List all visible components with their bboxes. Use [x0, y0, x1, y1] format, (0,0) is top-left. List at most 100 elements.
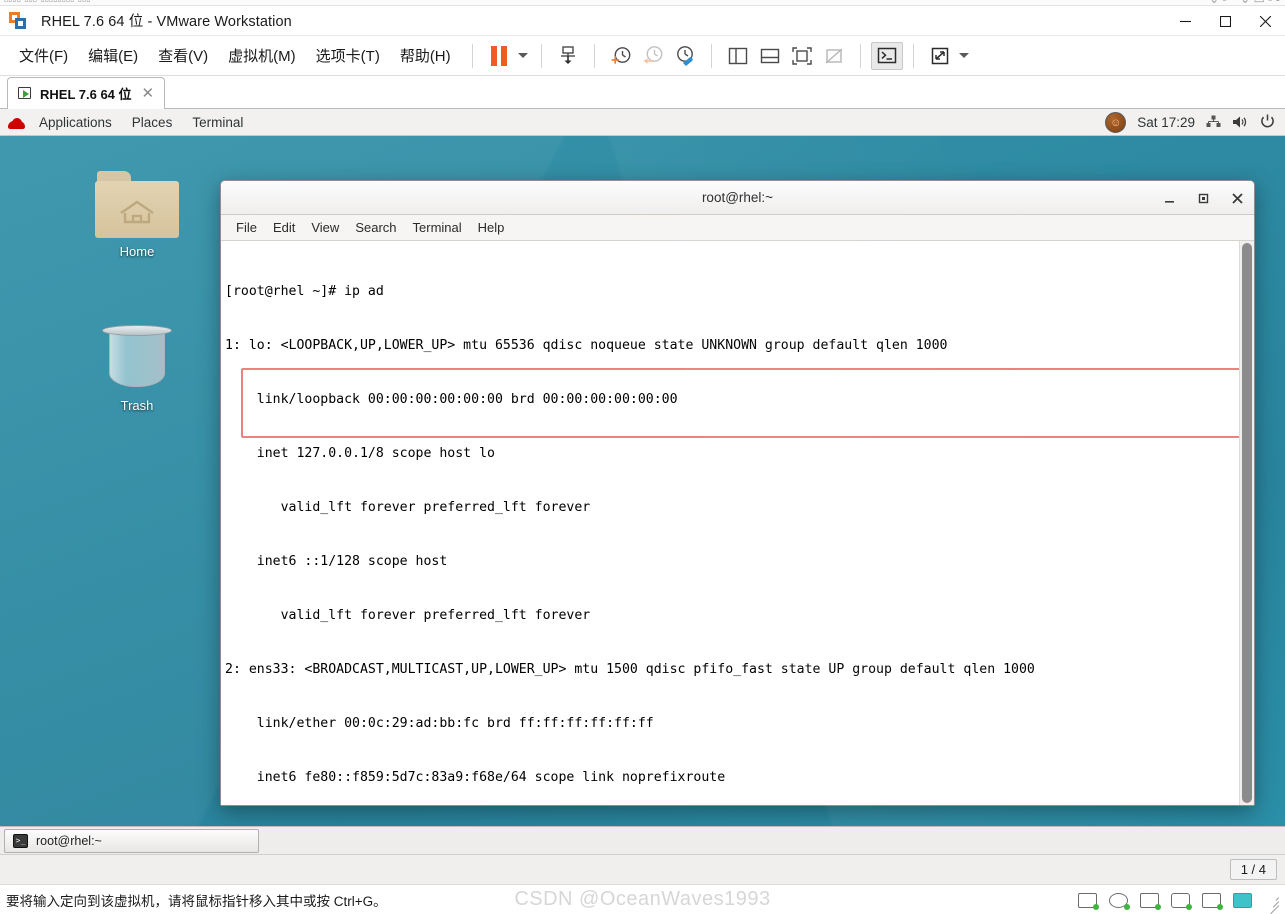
- terminal-menu-file[interactable]: File: [229, 218, 264, 237]
- full-screen-icon[interactable]: [786, 42, 818, 70]
- gnome-bottom-taskbar: >_ root@rhel:~: [0, 826, 1285, 854]
- printer-status-icon[interactable]: [1202, 892, 1223, 910]
- terminal-line: valid_lft forever preferred_lft forever: [225, 500, 591, 515]
- gnome-applications-menu[interactable]: Applications: [30, 112, 121, 133]
- terminal-close-button[interactable]: [1228, 189, 1246, 207]
- toolbar-separator: [593, 43, 595, 68]
- terminal-line: link/loopback 00:00:00:00:00:00 brd 00:0…: [225, 392, 678, 407]
- chevron-down-icon[interactable]: [515, 42, 531, 70]
- menu-edit[interactable]: 编辑(E): [79, 41, 147, 70]
- show-thumbnails-icon[interactable]: [754, 42, 786, 70]
- resize-grip[interactable]: [1266, 894, 1280, 914]
- menu-file[interactable]: 文件(F): [10, 41, 77, 70]
- annotation-highlight-box: [241, 368, 1239, 438]
- terminal-body[interactable]: [root@rhel ~]# ip ad 1: lo: <LOOPBACK,UP…: [221, 241, 1254, 805]
- page-indicator[interactable]: 1 / 4: [1229, 859, 1277, 880]
- taskbar-item-label: root@rhel:~: [36, 833, 102, 848]
- toolbar-separator: [710, 43, 712, 68]
- vmware-workstation-window: ▫▫▫▫ ▫▫▫ ▫▫▫▫▫▫▫▫ ▫▫▫ ⌄ ▫ ⌃⌄ ▭ ▫ ▪ RHEL …: [0, 0, 1285, 914]
- snapshot-manager-icon[interactable]: [669, 42, 701, 70]
- terminal-minimize-button[interactable]: [1160, 189, 1178, 207]
- redhat-logo-icon: [8, 115, 25, 130]
- clock[interactable]: Sat 17:29: [1137, 115, 1195, 130]
- terminal-line: inet6 fe80::f859:5d7c:83a9:f68e/64 scope…: [225, 770, 726, 785]
- terminal-menu-view[interactable]: View: [304, 218, 346, 237]
- terminal-maximize-button[interactable]: [1194, 189, 1212, 207]
- stretch-guest-icon[interactable]: [924, 42, 956, 70]
- menu-tabs[interactable]: 选项卡(T): [307, 41, 389, 70]
- terminal-line: [root@rhel ~]# ip ad: [225, 284, 384, 299]
- terminal-titlebar[interactable]: root@rhel:~: [221, 181, 1254, 215]
- desktop-icon-label: Trash: [120, 398, 154, 413]
- display-status-icon[interactable]: [1233, 892, 1252, 908]
- unity-mode-icon[interactable]: [818, 42, 850, 70]
- terminal-menubar: File Edit View Search Terminal Help: [221, 215, 1254, 241]
- vm-tab-rhel[interactable]: RHEL 7.6 64 位 ✕: [7, 77, 166, 109]
- terminal-line: valid_lft forever preferred_lft forever: [225, 608, 591, 623]
- terminal-scrollbar[interactable]: [1239, 241, 1254, 805]
- vm-tab-label: RHEL 7.6 64 位: [40, 87, 132, 102]
- hard-disk-status-icon[interactable]: [1078, 892, 1099, 910]
- gnome-terminal-appmenu[interactable]: Terminal: [183, 112, 252, 133]
- terminal-menu-help[interactable]: Help: [471, 218, 512, 237]
- input-hint-text: 要将输入定向到该虚拟机，请将鼠标指针移入其中或按 Ctrl+G。: [6, 893, 387, 909]
- terminal-line: 2: ens33: <BROADCAST,MULTICAST,UP,LOWER_…: [225, 662, 1035, 677]
- desktop-icon-label: Home: [119, 244, 155, 259]
- power-icon[interactable]: [1260, 114, 1275, 131]
- vmware-titlebar: RHEL 7.6 64 位 - VMware Workstation: [0, 6, 1285, 36]
- guest-screen[interactable]: Applications Places Terminal ☺ Sat 17:29: [0, 109, 1285, 854]
- terminal-output[interactable]: [root@rhel ~]# ip ad 1: lo: <LOOPBACK,UP…: [221, 241, 1239, 805]
- window-title: RHEL 7.6 64 位 - VMware Workstation: [41, 14, 292, 30]
- vmware-hintbar: 要将输入定向到该虚拟机，请将鼠标指针移入其中或按 Ctrl+G。 CSDN @O…: [0, 884, 1285, 914]
- chevron-down-icon[interactable]: [956, 42, 972, 70]
- window-controls: [1165, 6, 1285, 36]
- toolbar-separator: [540, 43, 542, 68]
- take-snapshot-icon[interactable]: [605, 42, 637, 70]
- vmware-statusbar: 1 / 4: [0, 854, 1285, 884]
- user-avatar[interactable]: ☺: [1105, 112, 1127, 133]
- revert-snapshot-icon[interactable]: [637, 42, 669, 70]
- terminal-window-controls: [1160, 181, 1246, 215]
- terminal-line: inet6 ::1/128 scope host: [225, 554, 448, 569]
- home-folder-icon: [95, 171, 179, 239]
- vmware-logo-icon: [9, 11, 27, 30]
- toolbar-separator: [859, 43, 861, 68]
- show-library-icon[interactable]: [722, 42, 754, 70]
- desktop-icon-trash[interactable]: Trash: [82, 321, 192, 413]
- terminal-line: 1: lo: <LOOPBACK,UP,LOWER_UP> mtu 65536 …: [225, 338, 948, 353]
- menu-help[interactable]: 帮助(H): [391, 41, 460, 70]
- console-view-icon[interactable]: [870, 41, 903, 70]
- usb-status-icon[interactable]: [1171, 892, 1192, 910]
- terminal-menu-search[interactable]: Search: [348, 218, 403, 237]
- taskbar-item-terminal[interactable]: >_ root@rhel:~: [4, 828, 259, 853]
- cd-drive-status-icon[interactable]: [1109, 892, 1130, 910]
- network-adapter-status-icon[interactable]: [1140, 892, 1161, 910]
- toolbar-separator: [912, 43, 914, 68]
- menu-vm[interactable]: 虚拟机(M): [219, 41, 305, 70]
- terminal-title: root@rhel:~: [701, 190, 774, 205]
- gnome-top-panel: Applications Places Terminal ☺ Sat 17:29: [0, 109, 1285, 136]
- send-key-icon[interactable]: [552, 42, 584, 70]
- trash-icon: [102, 321, 172, 393]
- vmware-tabstrip: RHEL 7.6 64 位 ✕: [0, 76, 1285, 109]
- vmware-menubar: 文件(F) 编辑(E) 查看(V) 虚拟机(M) 选项卡(T) 帮助(H): [0, 36, 1285, 76]
- terminal-scrollbar-thumb[interactable]: [1242, 243, 1252, 803]
- close-button[interactable]: [1245, 6, 1285, 36]
- terminal-line: inet 127.0.0.1/8 scope host lo: [225, 446, 495, 461]
- gnome-places-menu[interactable]: Places: [123, 112, 182, 133]
- terminal-menu-terminal[interactable]: Terminal: [406, 218, 469, 237]
- desktop-icon-home[interactable]: Home: [82, 171, 192, 259]
- minimize-button[interactable]: [1165, 6, 1205, 36]
- status-device-icons: [1078, 885, 1280, 914]
- terminal-window[interactable]: root@rhel:~ File Edit View Search Termin…: [220, 180, 1255, 806]
- vm-powered-on-icon: [18, 86, 33, 101]
- terminal-menu-edit[interactable]: Edit: [266, 218, 302, 237]
- maximize-button[interactable]: [1205, 6, 1245, 36]
- terminal-icon: >_: [13, 833, 28, 848]
- gnome-desktop[interactable]: Home Trash root@rhel:~ File Edit View Se…: [0, 136, 1285, 826]
- suspend-icon[interactable]: [483, 42, 515, 70]
- menu-view[interactable]: 查看(V): [149, 41, 217, 70]
- volume-icon[interactable]: [1232, 115, 1249, 131]
- close-tab-icon[interactable]: ✕: [139, 86, 158, 101]
- network-icon[interactable]: [1206, 115, 1221, 130]
